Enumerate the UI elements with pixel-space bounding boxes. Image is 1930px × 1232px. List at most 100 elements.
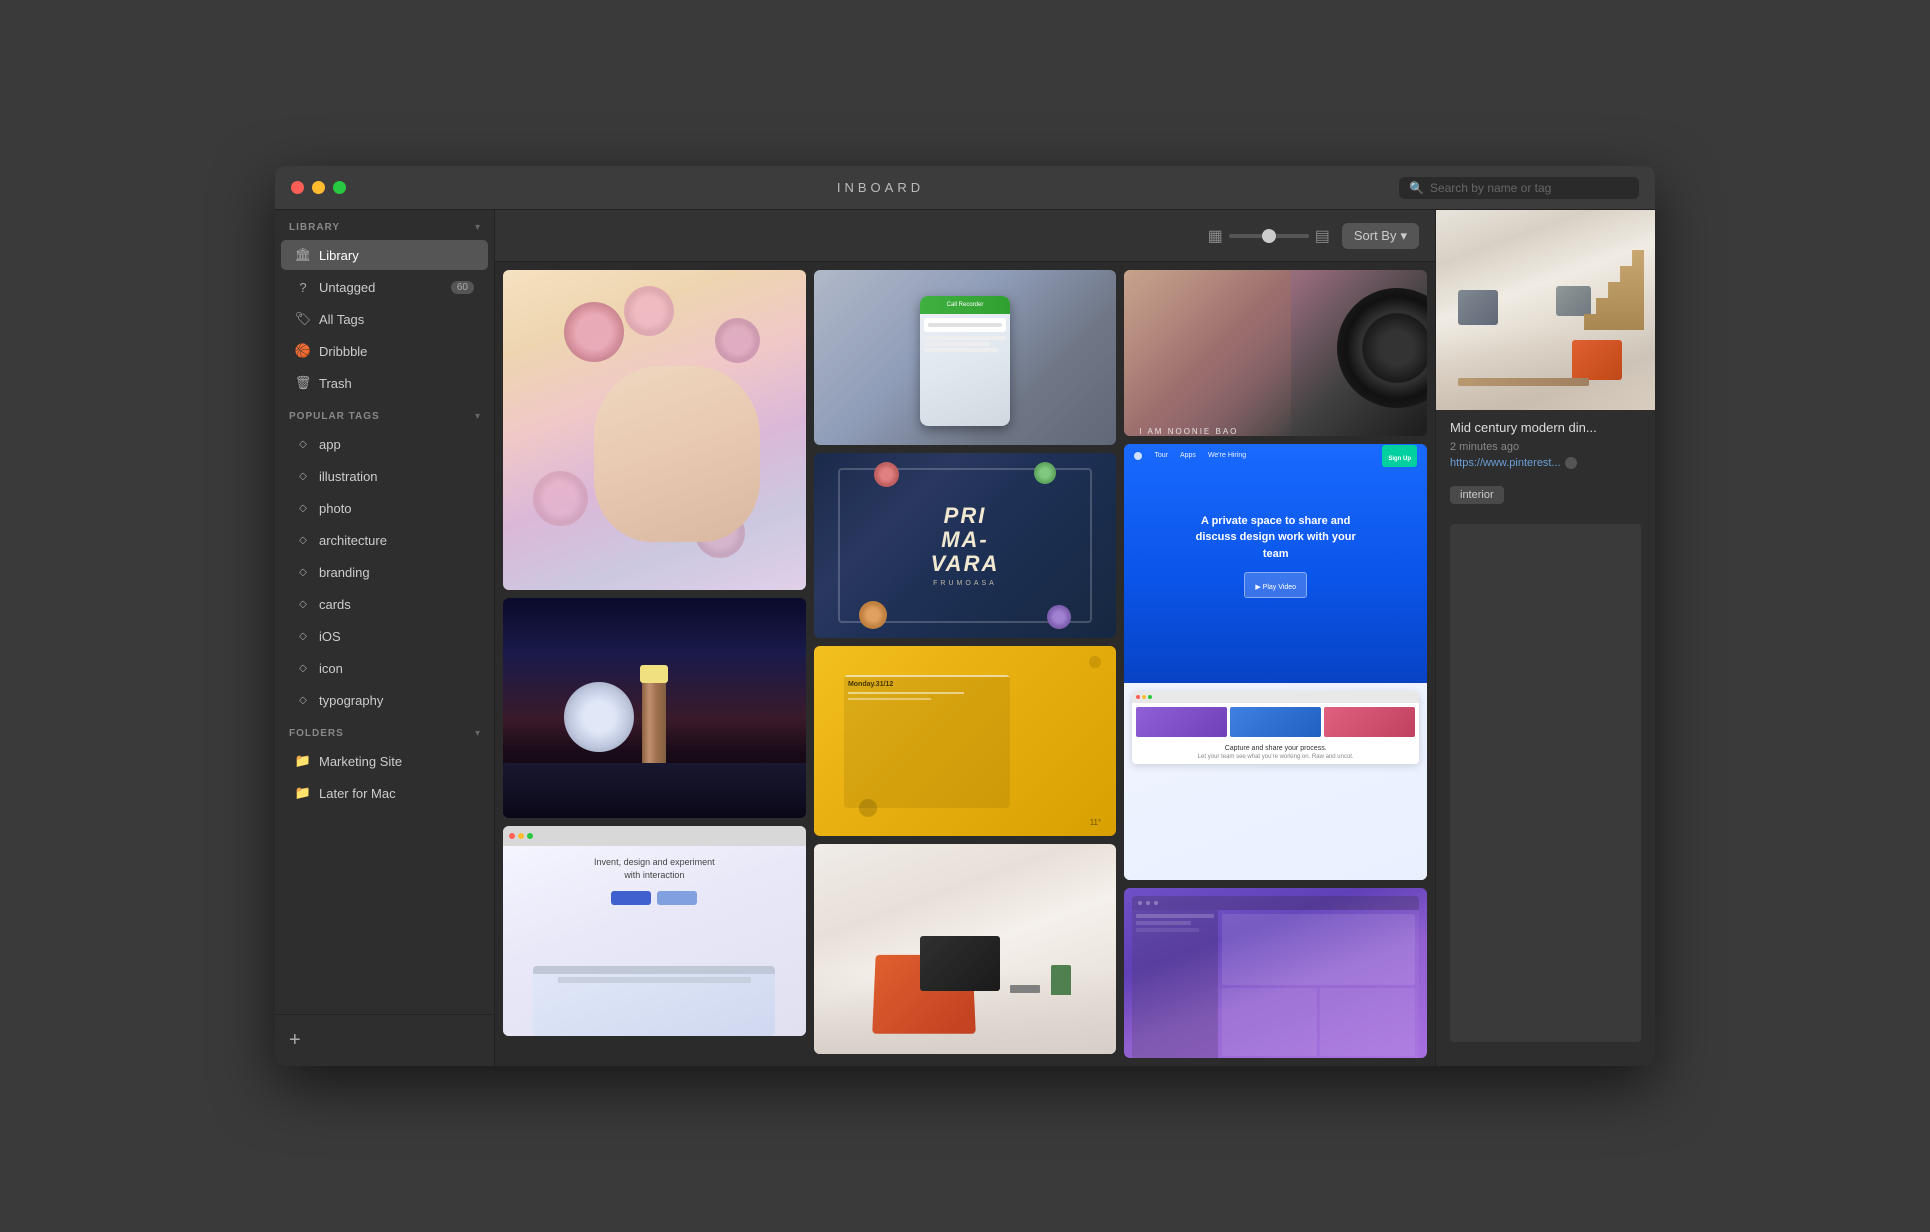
- sidebar-footer: +: [275, 1014, 494, 1066]
- untagged-icon: ?: [295, 279, 311, 295]
- preview-image-container: [1436, 210, 1655, 410]
- tag-typography-icon: ◇: [295, 692, 311, 708]
- gallery-item-design-tool[interactable]: [1124, 888, 1427, 1059]
- gallery-item-web-design[interactable]: Invent, design and experimentwith intera…: [503, 826, 806, 1036]
- app-window: INBOARD 🔍 LIBRARY ▾ 🏛 Library ? Untagged…: [275, 166, 1655, 1066]
- content-area: ▦ ▤ Sort By ▾: [495, 210, 1435, 1066]
- search-bar[interactable]: 🔍: [1399, 177, 1639, 199]
- sidebar-tag-branding[interactable]: ◇ branding: [281, 557, 488, 587]
- sidebar-tag-architecture-label: architecture: [319, 533, 474, 548]
- library-section-header: LIBRARY ▾: [275, 210, 494, 239]
- folder-later-icon: 📁: [295, 785, 311, 801]
- sort-arrow-icon: ▾: [1400, 228, 1407, 244]
- gallery-item-floral-type[interactable]: PRI MA- VARA FRUMOASA: [814, 453, 1117, 638]
- sidebar-item-untagged-label: Untagged: [319, 280, 443, 295]
- gallery-item-phone-app[interactable]: Call Recorder: [814, 270, 1117, 445]
- folder-marketing-icon: 📁: [295, 753, 311, 769]
- folders-arrow: ▾: [475, 728, 480, 739]
- sidebar-item-trash-label: Trash: [319, 376, 474, 391]
- library-section-arrow: ▾: [475, 222, 480, 233]
- sidebar: LIBRARY ▾ 🏛 Library ? Untagged 60 🏷 All …: [275, 210, 495, 1066]
- zoom-slider[interactable]: [1229, 234, 1309, 238]
- gallery-item-blue-app[interactable]: Tour Apps We're Hiring Sign Up A private…: [1124, 444, 1427, 880]
- tags-section: interior: [1436, 477, 1655, 516]
- folders-section-label: FOLDERS: [289, 728, 344, 739]
- preview-url-text: https://www.pinterest...: [1450, 457, 1561, 469]
- sidebar-item-all-tags-label: All Tags: [319, 312, 474, 327]
- sidebar-tag-app[interactable]: ◇ app: [281, 429, 488, 459]
- sidebar-tag-architecture[interactable]: ◇ architecture: [281, 525, 488, 555]
- sidebar-tag-branding-label: branding: [319, 565, 474, 580]
- sidebar-item-all-tags[interactable]: 🏷 All Tags: [281, 304, 488, 334]
- view-controls: ▦ ▤: [1208, 226, 1330, 246]
- sidebar-tag-photo-label: photo: [319, 501, 474, 516]
- sidebar-item-dribbble[interactable]: 🏀 Dribbble: [281, 336, 488, 366]
- sidebar-item-trash[interactable]: 🗑 Trash: [281, 368, 488, 398]
- tag-icon-icon: ◇: [295, 660, 311, 676]
- gallery-item-album-cover[interactable]: I AM NOONIE BAO: [1124, 270, 1427, 436]
- sidebar-tag-illustration[interactable]: ◇ illustration: [281, 461, 488, 491]
- sidebar-folder-later[interactable]: 📁 Later for Mac: [281, 778, 488, 808]
- sidebar-tag-typography[interactable]: ◇ typography: [281, 685, 488, 715]
- library-icon: 🏛: [295, 247, 311, 263]
- sidebar-item-untagged[interactable]: ? Untagged 60: [281, 272, 488, 302]
- dribbble-icon: 🏀: [295, 343, 311, 359]
- tag-interior[interactable]: interior: [1450, 486, 1504, 504]
- sidebar-item-dribbble-label: Dribbble: [319, 344, 474, 359]
- sidebar-tag-ios[interactable]: ◇ iOS: [281, 621, 488, 651]
- gallery-item-lighthouse[interactable]: [503, 598, 806, 818]
- minimize-button[interactable]: [312, 181, 325, 194]
- notes-area[interactable]: [1450, 524, 1641, 1042]
- app-title: INBOARD: [362, 180, 1399, 195]
- sidebar-folder-later-label: Later for Mac: [319, 786, 474, 801]
- gallery-item-office-desk[interactable]: [814, 844, 1117, 1054]
- gallery-item-yellow-flat[interactable]: Monday.31/12 11°: [814, 646, 1117, 836]
- tag-architecture-icon: ◇: [295, 532, 311, 548]
- titlebar: INBOARD 🔍: [275, 166, 1655, 210]
- preview-title: Mid century modern din...: [1436, 410, 1655, 439]
- gallery-column-3: I AM NOONIE BAO Tour Apps We're Hiring: [1124, 270, 1427, 1058]
- external-link-icon: [1565, 457, 1577, 469]
- tag-photo-icon: ◇: [295, 500, 311, 516]
- popular-tags-arrow: ▾: [475, 411, 480, 422]
- sidebar-tag-typography-label: typography: [319, 693, 474, 708]
- sort-button-label: Sort By: [1354, 228, 1397, 243]
- sidebar-tag-illustration-label: illustration: [319, 469, 474, 484]
- maximize-button[interactable]: [333, 181, 346, 194]
- sidebar-tag-ios-label: iOS: [319, 629, 474, 644]
- sidebar-tag-icon-label: icon: [319, 661, 474, 676]
- gallery-item-woman-flowers[interactable]: [503, 270, 806, 590]
- sidebar-tag-app-label: app: [319, 437, 474, 452]
- sidebar-tag-icon[interactable]: ◇ icon: [281, 653, 488, 683]
- search-icon: 🔍: [1409, 181, 1424, 195]
- untagged-badge: 60: [451, 281, 474, 294]
- toolbar: ▦ ▤ Sort By ▾: [495, 210, 1435, 262]
- library-section-label: LIBRARY: [289, 222, 340, 233]
- list-view-icon[interactable]: ▤: [1315, 226, 1330, 246]
- popular-tags-section-label: POPULAR TAGS: [289, 411, 380, 422]
- sidebar-tag-photo[interactable]: ◇ photo: [281, 493, 488, 523]
- sidebar-folder-marketing[interactable]: 📁 Marketing Site: [281, 746, 488, 776]
- search-input[interactable]: [1430, 181, 1629, 195]
- add-button[interactable]: +: [289, 1029, 301, 1052]
- tag-illustration-icon: ◇: [295, 468, 311, 484]
- sidebar-item-library[interactable]: 🏛 Library: [281, 240, 488, 270]
- all-tags-icon: 🏷: [295, 311, 311, 327]
- right-panel: Mid century modern din... 2 minutes ago …: [1435, 210, 1655, 1066]
- sidebar-folder-marketing-label: Marketing Site: [319, 754, 474, 769]
- traffic-lights: [291, 181, 346, 194]
- gallery: Invent, design and experimentwith intera…: [495, 262, 1435, 1066]
- tag-cards-icon: ◇: [295, 596, 311, 612]
- close-button[interactable]: [291, 181, 304, 194]
- gallery-column-2: Call Recorder: [814, 270, 1117, 1058]
- tag-ios-icon: ◇: [295, 628, 311, 644]
- folders-section-header: FOLDERS ▾: [275, 716, 494, 745]
- sidebar-tag-cards[interactable]: ◇ cards: [281, 589, 488, 619]
- sidebar-tag-cards-label: cards: [319, 597, 474, 612]
- grid-view-icon[interactable]: ▦: [1208, 226, 1223, 246]
- gallery-column-1: Invent, design and experimentwith intera…: [503, 270, 806, 1058]
- sort-button[interactable]: Sort By ▾: [1342, 223, 1419, 249]
- trash-icon: 🗑: [295, 375, 311, 391]
- tag-branding-icon: ◇: [295, 564, 311, 580]
- preview-url[interactable]: https://www.pinterest...: [1436, 455, 1655, 477]
